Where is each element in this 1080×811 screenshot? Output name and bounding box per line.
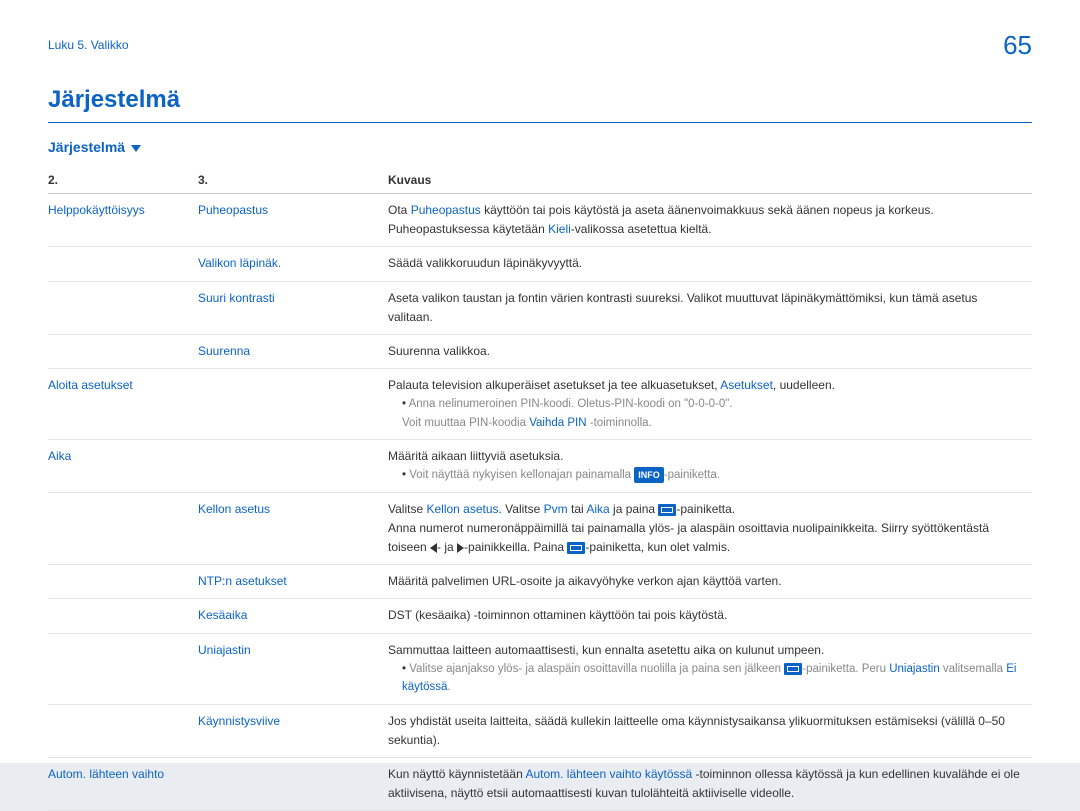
cell-level3: Uniajastin xyxy=(198,633,388,704)
cell-desc: Säädä valikkoruudun läpinäkyvyyttä. xyxy=(388,247,1032,281)
cell-level3: Puheopastus xyxy=(198,194,388,247)
cell-desc: DST (kesäaika) -toiminnon ottaminen käyt… xyxy=(388,599,1032,633)
cell-desc: Suurenna valikkoa. xyxy=(388,334,1032,368)
note-line: Voit näyttää nykyisen kellonajan painama… xyxy=(402,466,1024,484)
enter-button-icon xyxy=(567,542,585,554)
cell-level3: Suuri kontrasti xyxy=(198,281,388,334)
cell-level3: NTP:n asetukset xyxy=(198,565,388,599)
section-header: Järjestelmä xyxy=(48,139,1032,155)
page-number: 65 xyxy=(1003,30,1032,61)
cell-level3: Kesäaika xyxy=(198,599,388,633)
table-row: Kesäaika DST (kesäaika) -toiminnon ottam… xyxy=(48,599,1032,633)
cell-desc: Sammuttaa laitteen automaattisesti, kun … xyxy=(388,633,1032,704)
cell-desc: Palauta television alkuperäiset asetukse… xyxy=(388,369,1032,440)
settings-table: 2. 3. Kuvaus Helppokäyttöisyys Puheopast… xyxy=(48,167,1032,811)
col-header-3: 3. xyxy=(198,167,388,194)
cell-desc: Ota Puheopastus käyttöön tai pois käytös… xyxy=(388,194,1032,247)
section-label: Järjestelmä xyxy=(48,139,125,155)
cell-desc: Valitse Kellon asetus. Valitse Pvm tai A… xyxy=(388,492,1032,565)
arrow-left-icon xyxy=(430,543,437,553)
table-row: Aika Määritä aikaan liittyviä asetuksia.… xyxy=(48,440,1032,493)
cell-level3: Käynnistysviive xyxy=(198,704,388,757)
cell-level2: Aloita asetukset xyxy=(48,369,198,440)
arrow-right-icon xyxy=(457,543,464,553)
info-badge-icon: INFO xyxy=(634,467,664,483)
table-row: NTP:n asetukset Määritä palvelimen URL-o… xyxy=(48,565,1032,599)
col-header-desc: Kuvaus xyxy=(388,167,1032,194)
table-row: Suuri kontrasti Aseta valikon taustan ja… xyxy=(48,281,1032,334)
table-row: Kellon asetus Valitse Kellon asetus. Val… xyxy=(48,492,1032,565)
chevron-down-icon xyxy=(131,145,141,152)
table-row: Uniajastin Sammuttaa laitteen automaatti… xyxy=(48,633,1032,704)
col-header-2: 2. xyxy=(48,167,198,194)
cell-level3: Valikon läpinäk. xyxy=(198,247,388,281)
title-rule xyxy=(48,122,1032,123)
cell-desc: Määritä palvelimen URL-osoite ja aikavyö… xyxy=(388,565,1032,599)
note-line: Anna nelinumeroinen PIN-koodi. Oletus-PI… xyxy=(402,395,1024,432)
cell-desc: Jos yhdistät useita laitteita, säädä kul… xyxy=(388,704,1032,757)
cell-level3: Suurenna xyxy=(198,334,388,368)
cell-level2: Aika xyxy=(48,440,198,493)
cell-desc: Aseta valikon taustan ja fontin värien k… xyxy=(388,281,1032,334)
enter-button-icon xyxy=(658,504,676,516)
table-row: Autom. lähteen vaihto Kun näyttö käynnis… xyxy=(48,757,1032,810)
cell-level3: Kellon asetus xyxy=(198,492,388,565)
table-row: Helppokäyttöisyys Puheopastus Ota Puheop… xyxy=(48,194,1032,247)
cell-level2: Autom. lähteen vaihto xyxy=(48,757,198,810)
enter-button-icon xyxy=(784,663,802,675)
cell-desc: Määritä aikaan liittyviä asetuksia. Voit… xyxy=(388,440,1032,493)
breadcrumb: Luku 5. Valikko xyxy=(48,38,1032,52)
page-title: Järjestelmä xyxy=(48,86,1032,114)
table-row: Valikon läpinäk. Säädä valikkoruudun läp… xyxy=(48,247,1032,281)
cell-desc: Kun näyttö käynnistetään Autom. lähteen … xyxy=(388,757,1032,810)
table-row: Käynnistysviive Jos yhdistät useita lait… xyxy=(48,704,1032,757)
table-row: Aloita asetukset Palauta television alku… xyxy=(48,369,1032,440)
cell-level2: Helppokäyttöisyys xyxy=(48,194,198,247)
note-line: Valitse ajanjakso ylös- ja alaspäin osoi… xyxy=(402,660,1024,697)
table-row: Suurenna Suurenna valikkoa. xyxy=(48,334,1032,368)
